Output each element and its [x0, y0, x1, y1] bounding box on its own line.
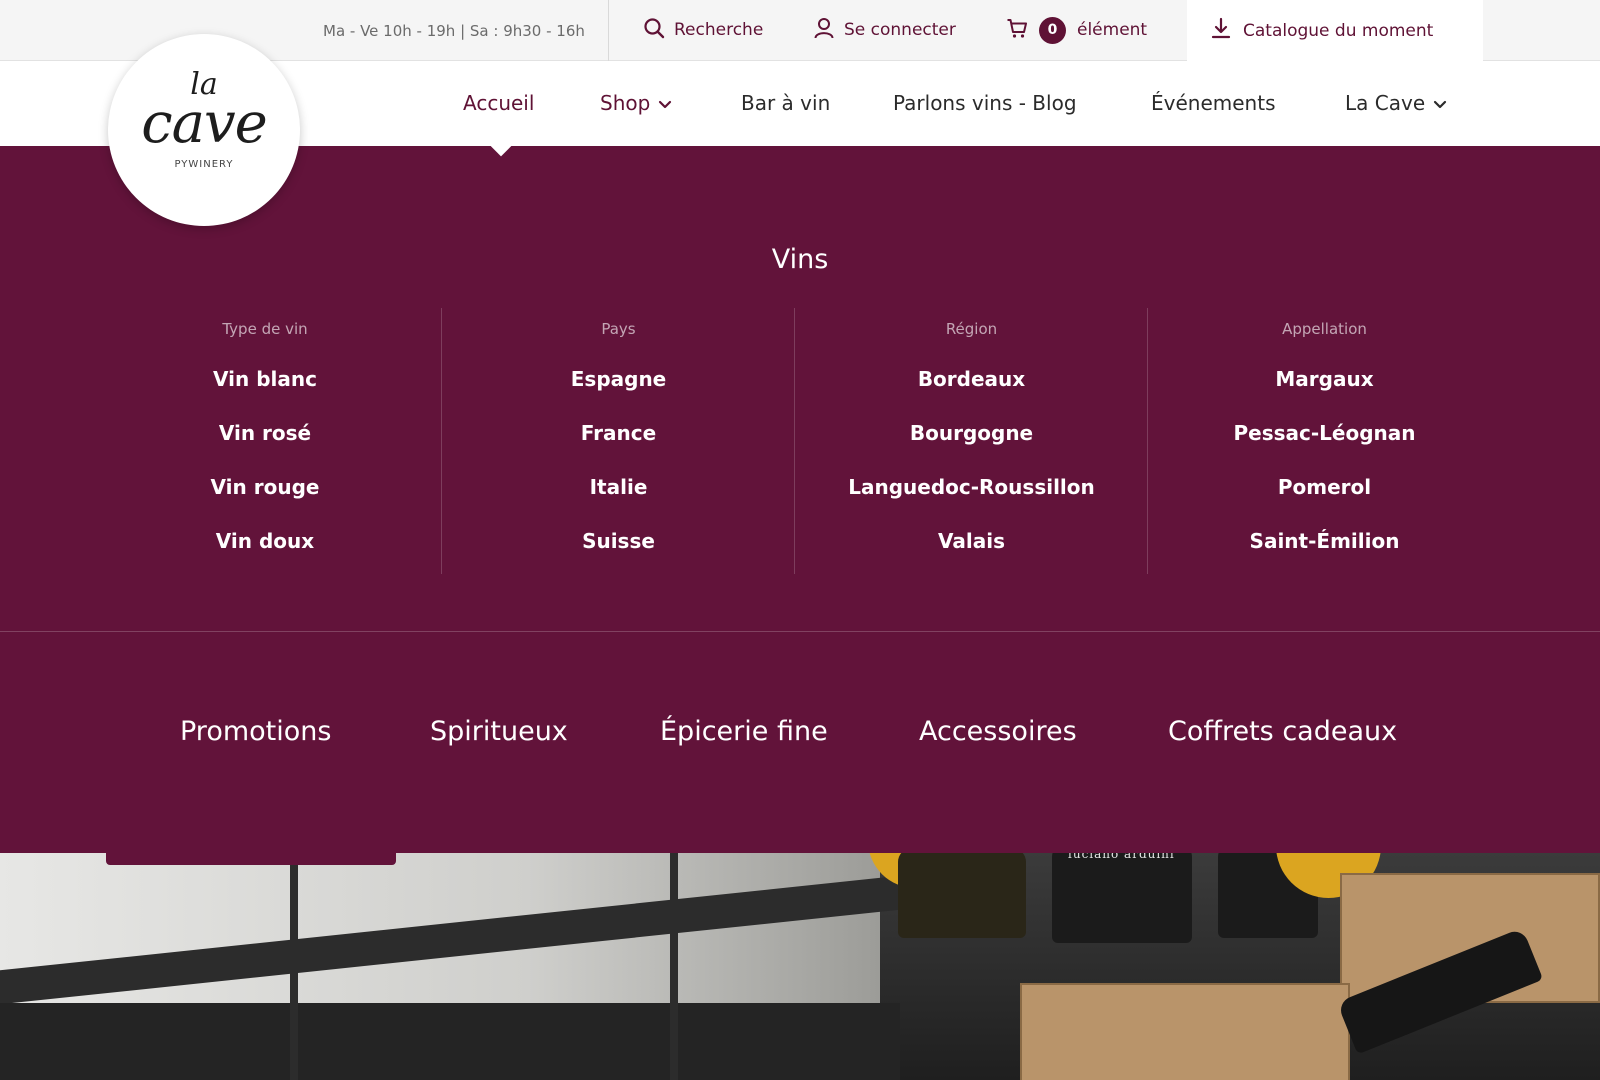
menu-link[interactable]: Bourgogne — [795, 406, 1148, 460]
nav-item-label: Parlons vins - Blog — [893, 91, 1077, 115]
nav-item-label: Événements — [1151, 91, 1276, 115]
bottle — [898, 853, 1026, 938]
column-type-de-vin: Type de vin Vin blanc Vin rosé Vin rouge… — [88, 308, 442, 574]
search-label: Recherche — [674, 20, 764, 40]
menu-link[interactable]: Vin rosé — [88, 406, 442, 460]
nav-item-accueil[interactable]: Accueil — [463, 91, 534, 115]
menu-link[interactable]: France — [442, 406, 795, 460]
cart-count-badge: 0 — [1039, 16, 1066, 44]
logo-text-cave: cave — [141, 91, 268, 156]
download-icon — [1210, 17, 1232, 44]
login-label: Se connecter — [844, 20, 956, 40]
column-pays: Pays Espagne France Italie Suisse — [441, 308, 795, 574]
menu-link[interactable]: Vin blanc — [88, 352, 442, 406]
menu-link[interactable]: Valais — [795, 514, 1148, 568]
shop-mega-menu: Vins Type de vin Vin blanc Vin rosé Vin … — [0, 146, 1600, 853]
bottle — [1052, 853, 1192, 943]
divider — [0, 631, 1600, 632]
cart-label: élément — [1077, 20, 1148, 40]
search-link[interactable]: Recherche — [643, 17, 763, 43]
category-link-coffrets-cadeaux[interactable]: Coffrets cadeaux — [1168, 716, 1397, 747]
column-appellation: Appellation Margaux Pessac-Léognan Pomer… — [1147, 308, 1501, 574]
rack-post — [670, 853, 678, 1080]
column-heading: Appellation — [1282, 320, 1367, 338]
opening-hours: Ma - Ve 10h - 19h | Sa : 9h30 - 16h — [323, 22, 585, 40]
menu-link[interactable]: Vin rouge — [88, 460, 442, 514]
menu-link[interactable]: Espagne — [442, 352, 795, 406]
catalogue-download-button[interactable]: Catalogue du moment — [1187, 0, 1483, 61]
hero-banner-edge — [106, 853, 396, 865]
category-link-epicerie-fine[interactable]: Épicerie fine — [660, 716, 828, 747]
nav-item-label: Shop — [600, 91, 651, 115]
category-link-spiritueux[interactable]: Spiritueux — [430, 716, 568, 747]
column-heading: Pays — [601, 320, 636, 338]
divider — [608, 0, 609, 61]
menu-link[interactable]: Saint-Émilion — [1148, 514, 1501, 568]
mega-menu-title: Vins — [771, 244, 829, 275]
menu-link[interactable]: Bordeaux — [795, 352, 1148, 406]
nav-item-label: Accueil — [463, 91, 535, 115]
category-link-promotions[interactable]: Promotions — [180, 716, 331, 747]
nav-item-shop[interactable]: Shop — [600, 91, 672, 115]
nav-item-evenements[interactable]: Événements — [1151, 91, 1275, 115]
shelf — [0, 1003, 900, 1080]
search-icon — [643, 17, 665, 44]
rack-post — [290, 853, 298, 1080]
hero-image: luciano arduini — [0, 853, 1600, 1080]
menu-link[interactable]: Pomerol — [1148, 460, 1501, 514]
column-region: Région Bordeaux Bourgogne Languedoc-Rous… — [794, 308, 1148, 574]
cart-link[interactable]: 0 élément — [1006, 16, 1148, 44]
category-link-accessoires[interactable]: Accessoires — [919, 716, 1077, 747]
logo-text-pywinery: PYWINERY — [174, 159, 234, 170]
login-link[interactable]: Se connecter — [813, 17, 956, 43]
chevron-down-icon — [1433, 91, 1447, 115]
menu-link[interactable]: Italie — [442, 460, 795, 514]
menu-link[interactable]: Languedoc-Roussillon — [795, 460, 1148, 514]
column-heading: Type de vin — [222, 320, 308, 338]
menu-link[interactable]: Suisse — [442, 514, 795, 568]
bottle-label: luciano arduini — [1068, 853, 1175, 861]
menu-link[interactable]: Margaux — [1148, 352, 1501, 406]
nav-item-bar-a-vin[interactable]: Bar à vin — [741, 91, 830, 115]
nav-item-la-cave[interactable]: La Cave — [1345, 91, 1447, 115]
site-logo[interactable]: la cave PYWINERY — [108, 34, 300, 226]
cart-icon — [1006, 17, 1028, 44]
menu-link[interactable]: Pessac-Léognan — [1148, 406, 1501, 460]
catalogue-label: Catalogue du moment — [1243, 20, 1434, 41]
nav-item-blog[interactable]: Parlons vins - Blog — [893, 91, 1077, 115]
wine-crate — [1020, 983, 1350, 1080]
menu-link[interactable]: Vin doux — [88, 514, 442, 568]
user-icon — [813, 17, 835, 44]
nav-item-label: Bar à vin — [741, 91, 831, 115]
column-heading: Région — [945, 320, 998, 338]
chevron-down-icon — [658, 91, 672, 115]
nav-item-label: La Cave — [1345, 91, 1426, 115]
